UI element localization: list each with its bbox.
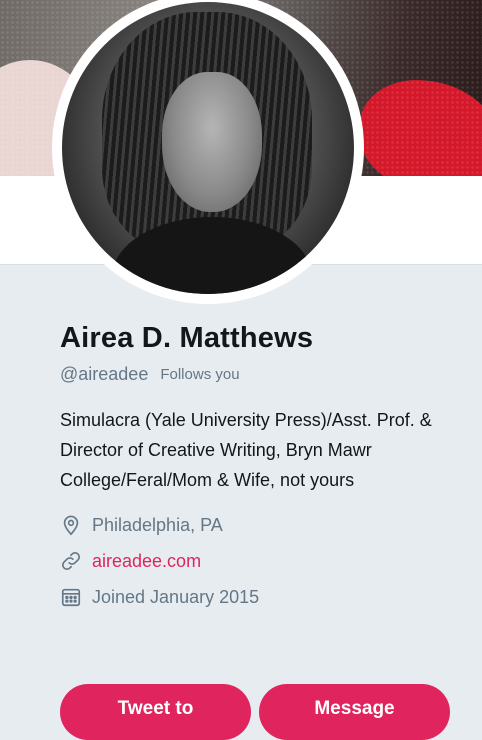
profile-location: Philadelphia, PA: [92, 514, 223, 535]
joined-row: Joined January 2015: [60, 583, 470, 611]
calendar-icon: [61, 588, 81, 607]
website-row: aireadee.com: [60, 547, 470, 575]
avatar[interactable]: [62, 2, 354, 294]
follows-you-badge: Follows you: [160, 366, 240, 383]
location-row: Philadelphia, PA: [60, 511, 470, 539]
message-button[interactable]: Message: [259, 684, 450, 740]
profile-card: Airea D. Matthews @aireadee Follows you …: [60, 320, 470, 611]
handle-row: @aireadee Follows you: [60, 364, 470, 385]
location-pin-icon: [63, 515, 79, 536]
profile-actions: Tweet to Message: [60, 684, 450, 740]
profile-joined-date: Joined January 2015: [92, 586, 260, 607]
tweet-to-button[interactable]: Tweet to: [60, 684, 251, 740]
avatar-photo-face: [162, 72, 262, 212]
profile-handle[interactable]: @aireadee: [60, 364, 148, 385]
link-icon: [62, 552, 80, 570]
profile-website-link[interactable]: aireadee.com: [92, 551, 201, 572]
profile-bio: Simulacra (Yale University Press)/Asst. …: [60, 410, 432, 490]
profile-name[interactable]: Airea D. Matthews: [60, 320, 470, 356]
